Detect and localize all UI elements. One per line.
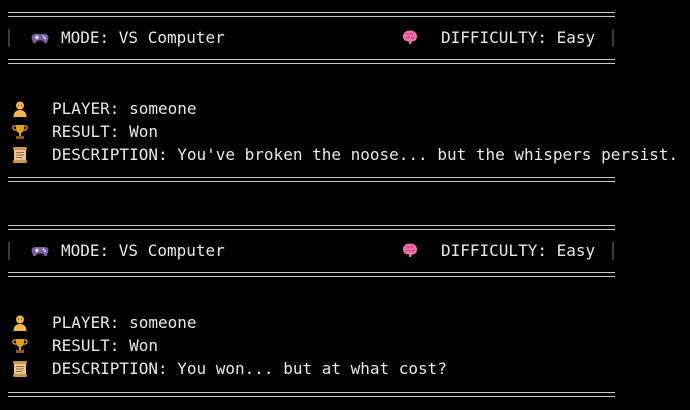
result-label: RESULT: Won (52, 336, 158, 355)
scroll-icon (11, 146, 29, 164)
brain-icon (401, 28, 419, 46)
mode-label: MODE: VS Computer (61, 241, 225, 260)
scroll-icon (11, 360, 29, 378)
top-divider (8, 225, 615, 230)
gamepad-icon (31, 242, 49, 260)
header-divider (8, 272, 615, 277)
bottom-divider (8, 177, 615, 182)
brain-icon (401, 241, 419, 259)
gamepad-icon (31, 29, 49, 47)
header-divider (8, 59, 615, 64)
person-icon (11, 100, 29, 118)
header-left-border (8, 29, 10, 47)
player-label: PLAYER: someone (52, 313, 197, 332)
header-right-border (612, 29, 614, 47)
mode-label: MODE: VS Computer (61, 28, 225, 47)
description-label: DESCRIPTION: You won... but at what cost… (52, 359, 447, 378)
bottom-divider (8, 392, 615, 397)
header-left-border (8, 242, 10, 260)
difficulty-label: DIFFICULTY: Easy (441, 241, 596, 260)
header-right-border (612, 242, 614, 260)
player-label: PLAYER: someone (52, 99, 197, 118)
person-icon (11, 314, 29, 332)
description-label: DESCRIPTION: You've broken the noose... … (52, 145, 679, 164)
trophy-icon (11, 123, 29, 141)
top-divider (8, 12, 615, 17)
trophy-icon (11, 337, 29, 355)
difficulty-label: DIFFICULTY: Easy (441, 28, 596, 47)
result-label: RESULT: Won (52, 122, 158, 141)
